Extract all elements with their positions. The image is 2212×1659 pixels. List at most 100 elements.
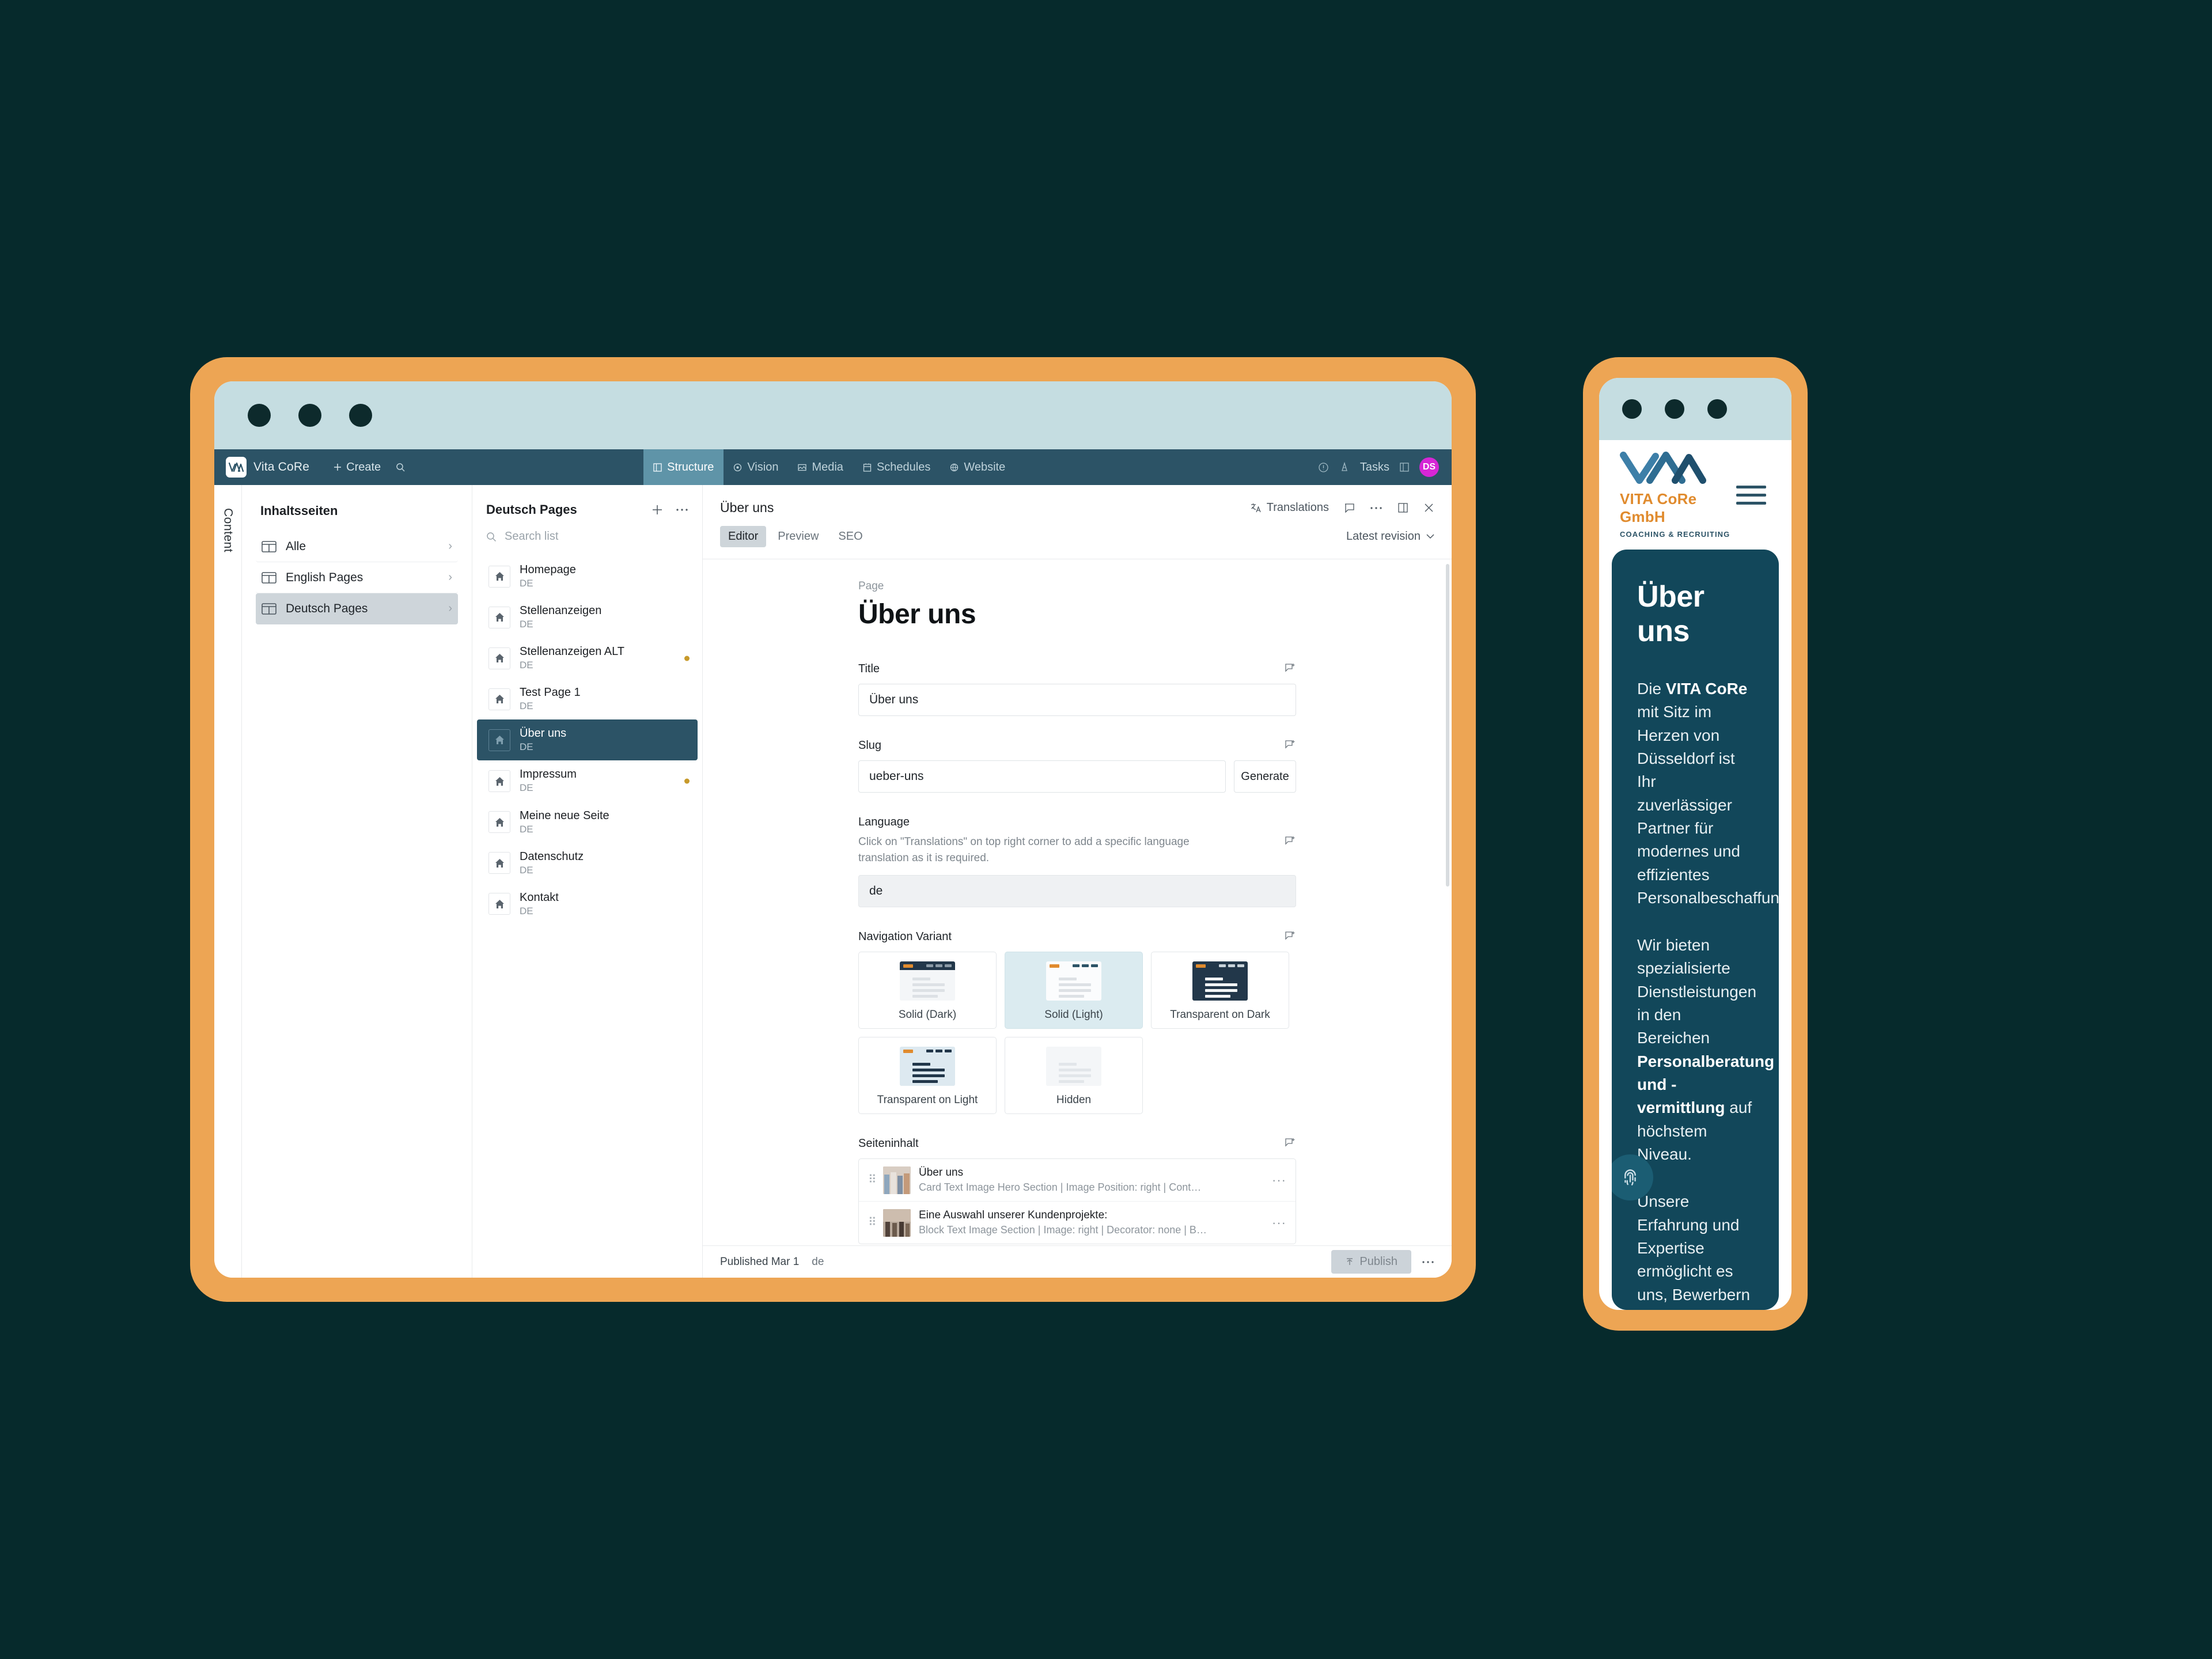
add-comment-icon[interactable] [1273,1137,1296,1149]
schedules-icon [863,463,872,472]
variant-transparent-on-light[interactable]: Transparent on Light [858,1037,997,1115]
content-row-subtitle: Block Text Image Section | Image: right … [919,1224,1207,1236]
search-input[interactable]: Search list [505,530,558,543]
field-navigation-variant: Navigation Variant Solid (Dark) Solid (L… [858,930,1296,1115]
editor-document-title: Über uns [720,500,774,515]
window-minimize-dot[interactable] [1665,399,1684,419]
title-input[interactable]: Über uns [858,684,1296,716]
structure-item-deutsch-pages[interactable]: Deutsch Pages › [256,593,458,624]
variant-transparent-on-dark[interactable]: Transparent on Dark [1151,952,1289,1029]
window-maximize-dot[interactable] [349,404,372,427]
publish-button[interactable]: Publish [1331,1250,1411,1274]
structure-item-alle[interactable]: Alle › [256,531,458,562]
window-close-dot[interactable] [248,404,271,427]
ellipsis-icon[interactable]: ··· [1272,1215,1286,1230]
home-icon [488,565,510,588]
nav-tab-structure[interactable]: Structure [643,449,724,485]
window-close-dot[interactable] [1622,399,1642,419]
ellipsis-icon[interactable] [676,508,688,512]
add-comment-icon[interactable] [1273,662,1296,674]
generate-slug-button[interactable]: Generate [1234,760,1296,793]
card-list-icon [262,540,276,552]
app-topbar: Vita CoRe Create Structure Vision Media … [214,449,1452,485]
editor-scrollbar[interactable] [1446,564,1449,887]
page-list-item[interactable]: Stellenanzeigen DE [477,597,698,638]
page-list-item[interactable]: Meine neue Seite DE [477,802,698,843]
structure-item-label: Deutsch Pages [286,601,368,615]
activity-icon[interactable] [1339,462,1350,472]
nav-tab-structure-label: Structure [667,460,714,474]
page-list-item[interactable]: Stellenanzeigen ALT DE [477,638,698,679]
home-icon [488,770,510,793]
nav-tab-media-label: Media [812,460,843,474]
pages-search-row[interactable]: Search list [472,527,702,556]
add-comment-icon[interactable] [1273,930,1296,942]
ellipsis-icon[interactable] [1370,506,1382,510]
pages-list-actions [652,504,688,516]
tasks-icon[interactable] [1400,463,1409,472]
page-item-title: Stellenanzeigen ALT [520,645,624,658]
variant-thumbnail-transparent-light [900,1047,955,1086]
editor-scroll-area: Page Über uns Title Über uns Slug ueber-… [703,559,1452,1245]
site-logo[interactable]: VITA CoRe GmbH COACHING & RECRUITING [1620,451,1736,539]
page-list-item[interactable]: Homepage DE [477,556,698,597]
tab-preview[interactable]: Preview [770,526,827,547]
comment-icon[interactable] [1344,502,1355,513]
variant-label: Solid (Light) [1044,1009,1103,1021]
structure-title: Inhaltsseiten [260,503,338,518]
variant-solid-dark[interactable]: Solid (Dark) [858,952,997,1029]
split-pane-icon[interactable] [1397,502,1408,513]
page-item-title: Kontakt [520,891,559,904]
page-list-item[interactable]: Test Page 1 DE [477,679,698,719]
vita-core-logo-icon[interactable] [226,457,247,478]
nav-tab-media[interactable]: Media [788,449,853,485]
revision-selector[interactable]: Latest revision [1346,530,1434,543]
variant-thumbnail-solid-light [1046,961,1101,1001]
pages-list-column: Deutsch Pages Search list Homepage DE St… [472,485,703,1278]
drag-handle-icon[interactable]: ⠿ [868,1217,877,1228]
create-button[interactable]: Create [325,449,388,485]
page-list-item[interactable]: Impressum DE [477,760,698,801]
tab-seo[interactable]: SEO [830,526,870,547]
brand-name[interactable]: Vita CoRe [253,460,309,474]
ellipsis-icon[interactable] [1422,1260,1434,1264]
window-minimize-dot[interactable] [298,404,321,427]
field-language: Language Click on "Translations" on top … [858,816,1296,908]
variant-solid-light[interactable]: Solid (Light) [1005,952,1143,1029]
nav-tab-schedules[interactable]: Schedules [853,449,940,485]
window-maximize-dot[interactable] [1707,399,1727,419]
language-input[interactable]: de [858,875,1296,908]
hero-title: Über uns [1637,580,1705,648]
add-comment-icon[interactable] [1273,739,1296,751]
tasks-label[interactable]: Tasks [1360,461,1389,474]
page-list-item-selected[interactable]: Über uns DE [477,719,698,761]
plus-icon[interactable] [652,504,663,516]
translations-button[interactable]: Translations [1251,501,1329,514]
slug-input[interactable]: ueber-uns [858,760,1226,793]
tab-editor[interactable]: Editor [720,526,767,547]
page-item-lang: DE [520,700,533,712]
window-titlebar [214,381,1452,449]
phone-mockup-frame: VITA CoRe GmbH COACHING & RECRUITING Übe… [1583,357,1808,1331]
field-language-head: Language Click on "Translations" on top … [858,816,1296,866]
page-list-item[interactable]: Kontakt DE [477,884,698,925]
nav-tab-website[interactable]: Website [940,449,1015,485]
avatar[interactable]: DS [1419,457,1439,477]
drag-handle-icon[interactable]: ⠿ [868,1174,877,1185]
help-circle-icon[interactable] [1318,462,1329,473]
hamburger-icon[interactable] [1736,485,1766,505]
structure-item-english-pages[interactable]: English Pages › [256,562,458,593]
page-content-row[interactable]: ⠿ Eine Auswahl unserer Kundenprojekte: B… [859,1202,1296,1244]
variant-hidden[interactable]: Hidden [1005,1037,1143,1115]
global-search-button[interactable] [388,449,413,485]
nav-tab-website-label: Website [964,460,1006,474]
add-comment-icon[interactable] [1273,835,1296,847]
field-slug: Slug ueber-uns Generate [858,739,1296,793]
nav-tab-vision[interactable]: Vision [724,449,788,485]
page-item-title: Datenschutz [520,850,584,863]
close-icon[interactable] [1423,502,1434,513]
search-icon [396,463,406,472]
page-content-row[interactable]: ⠿ Über uns Card Text Image Hero Section … [859,1159,1296,1202]
page-list-item[interactable]: Datenschutz DE [477,843,698,884]
ellipsis-icon[interactable]: ··· [1272,1173,1286,1188]
